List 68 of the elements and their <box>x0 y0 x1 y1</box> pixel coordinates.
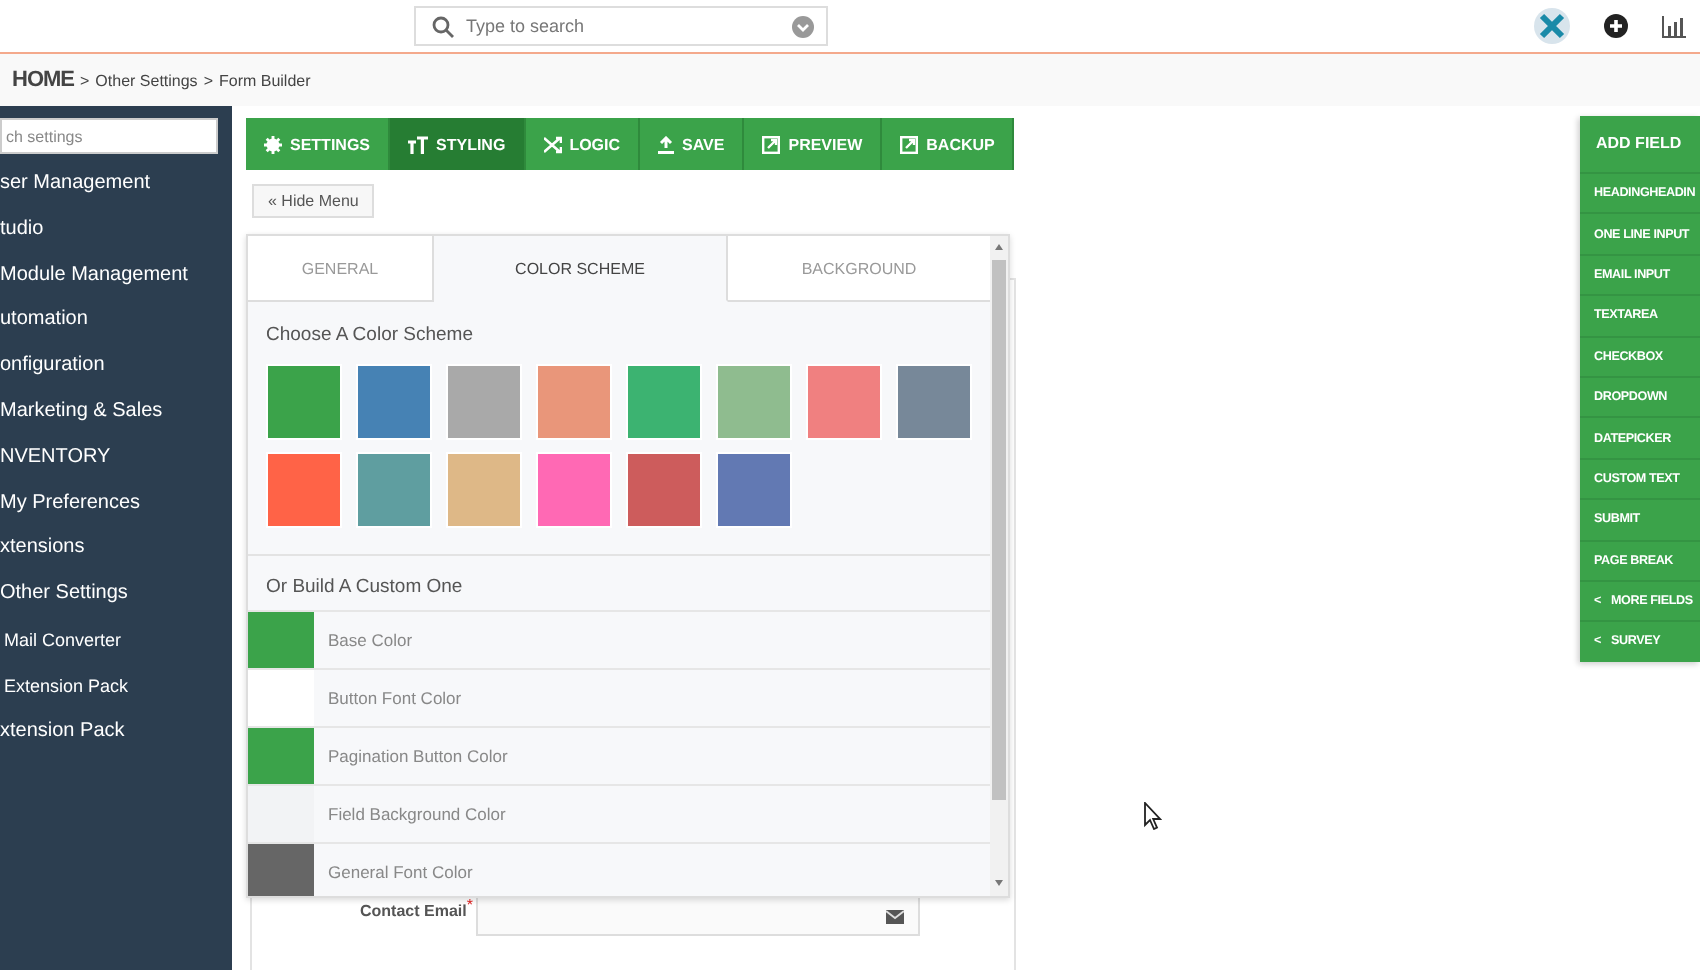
search-field[interactable]: Type to search <box>414 6 828 46</box>
mail-icon <box>886 909 905 923</box>
color-swatch[interactable] <box>266 452 342 528</box>
tab[interactable]: GENERAL <box>248 236 434 302</box>
sidebar-item[interactable]: My Preferences <box>0 481 232 527</box>
color-label: General Font Color <box>328 862 473 882</box>
sidebar-item[interactable]: NVENTORY <box>0 435 232 482</box>
external-link-icon <box>900 135 919 153</box>
color-swatch[interactable] <box>536 364 612 440</box>
sidebar-item[interactable]: onfiguration <box>0 344 232 390</box>
color-swatch[interactable] <box>356 364 432 440</box>
color-swatch[interactable] <box>248 786 314 842</box>
sidebar-item[interactable]: ser Management <box>0 162 232 208</box>
sidebar-item[interactable]: tudio <box>0 207 232 254</box>
color-swatch[interactable] <box>716 364 792 440</box>
shuffle-icon <box>543 135 562 153</box>
color-swatch[interactable] <box>248 728 314 784</box>
color-swatch[interactable] <box>446 452 522 528</box>
color-swatch[interactable] <box>248 844 314 896</box>
logo-icon[interactable] <box>1534 8 1570 44</box>
sidebar-item[interactable]: Other Settings <box>0 572 232 618</box>
toolbar-button[interactable]: STYLING <box>390 118 526 170</box>
sidebar-item[interactable]: xtension Pack <box>0 709 232 755</box>
upload-icon <box>658 135 675 153</box>
bar-chart-icon[interactable] <box>1662 15 1686 37</box>
color-swatch[interactable] <box>896 364 972 440</box>
input-field[interactable] <box>476 896 921 936</box>
breadcrumb-item[interactable]: HOME <box>12 68 74 92</box>
color-swatch[interactable] <box>626 364 702 440</box>
breadcrumb-item: Form Builder <box>218 71 311 89</box>
color-swatch[interactable] <box>248 612 314 668</box>
color-label: Pagination Button Color <box>328 746 508 766</box>
sidebar-item[interactable]: Mail Converter <box>0 617 232 664</box>
text-size-icon <box>408 135 429 153</box>
color-label: Field Background Color <box>328 804 506 824</box>
add-icon[interactable] <box>1604 14 1628 38</box>
sidebar-item[interactable]: Marketing & Sales <box>0 389 232 436</box>
color-swatch[interactable] <box>446 364 522 440</box>
sidebar-item[interactable]: xtensions <box>0 526 232 573</box>
color-swatch[interactable] <box>716 452 792 528</box>
dropdown-icon[interactable] <box>792 15 814 37</box>
cursor-icon <box>1144 802 1162 830</box>
color-swatch[interactable] <box>806 364 882 440</box>
sidebar-item[interactable]: Extension Pack <box>0 663 232 710</box>
hide-menu-button[interactable]: « Hide Menu <box>252 184 375 218</box>
color-swatch[interactable] <box>356 452 432 528</box>
color-label: Base Color <box>328 630 413 650</box>
search-field[interactable]: ch settings <box>0 118 218 154</box>
sidebar-item[interactable]: utomation <box>0 298 232 345</box>
search-icon <box>432 15 454 37</box>
breadcrumb-separator: > <box>80 71 90 89</box>
tab[interactable]: BACKGROUND <box>728 236 990 302</box>
gear-icon <box>264 135 282 153</box>
color-swatch[interactable] <box>248 670 314 726</box>
breadcrumb-item[interactable]: Other Settings <box>95 71 198 89</box>
required-mark: * <box>466 896 473 914</box>
breadcrumb-separator: > <box>203 71 213 89</box>
tab[interactable]: COLOR SCHEME <box>434 236 728 302</box>
color-swatch[interactable] <box>626 452 702 528</box>
color-swatch[interactable] <box>266 364 342 440</box>
sidebar-item[interactable]: Module Management <box>0 253 232 299</box>
section-heading: Or Build A Custom One <box>264 574 465 602</box>
field-label: Contact Email <box>360 902 467 920</box>
color-label: Button Font Color <box>328 688 462 708</box>
section-heading: Choose A Color Scheme <box>264 322 476 346</box>
external-link-icon <box>762 135 781 153</box>
color-swatch[interactable] <box>536 452 612 528</box>
scrollbar[interactable] <box>990 236 1008 896</box>
